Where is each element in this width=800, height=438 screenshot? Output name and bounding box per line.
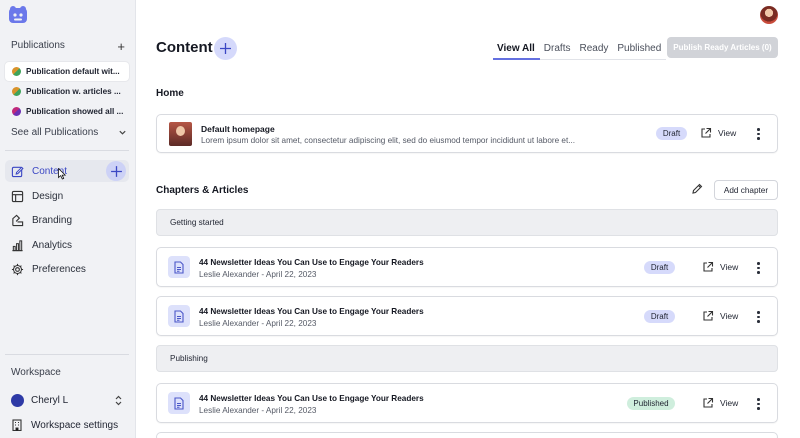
edit-icon bbox=[11, 166, 24, 177]
article-row[interactable]: 44 Newsletter Ideas You Can Use to Engag… bbox=[156, 247, 778, 287]
publication-item[interactable]: Publication showed all ... bbox=[5, 102, 129, 121]
publication-color-icon bbox=[12, 107, 21, 116]
workspace-switcher[interactable]: Cheryl L bbox=[11, 394, 123, 407]
publication-label: Publication w. articles ... bbox=[26, 87, 121, 96]
user-avatar[interactable] bbox=[760, 6, 778, 24]
sidebar-item-analytics[interactable]: Analytics bbox=[5, 234, 129, 256]
more-options-icon[interactable] bbox=[757, 128, 760, 140]
external-link-icon bbox=[703, 397, 714, 408]
article-row[interactable]: 44 Newsletter Ideas You Can Use to Engag… bbox=[156, 296, 778, 336]
workspace-user-name: Cheryl L bbox=[31, 395, 69, 406]
tab-ready[interactable]: Ready bbox=[575, 38, 613, 60]
workspace-avatar bbox=[11, 394, 24, 407]
sidebar-item-label: Analytics bbox=[32, 239, 73, 251]
view-label: View bbox=[720, 262, 739, 272]
publication-item[interactable]: Publication w. articles ... bbox=[5, 82, 129, 101]
mouse-cursor-icon bbox=[58, 168, 66, 180]
article-row[interactable] bbox=[156, 432, 778, 438]
document-icon bbox=[168, 256, 190, 278]
view-button[interactable]: View bbox=[702, 397, 738, 409]
see-all-publications[interactable]: See all Publications bbox=[11, 127, 127, 138]
publication-label: Publication showed all ... bbox=[26, 107, 124, 116]
view-label: View bbox=[720, 398, 739, 408]
add-chapter-button[interactable]: Add chapter bbox=[714, 180, 778, 200]
document-icon bbox=[168, 392, 190, 414]
publication-color-icon bbox=[12, 87, 21, 96]
tab-view-all[interactable]: View All bbox=[493, 38, 540, 60]
more-options-icon[interactable] bbox=[757, 398, 760, 410]
app-logo-icon[interactable] bbox=[9, 6, 27, 24]
branding-icon bbox=[12, 214, 24, 226]
status-tabs: View All Drafts Ready Published bbox=[493, 38, 667, 60]
tab-published[interactable]: Published bbox=[613, 38, 666, 60]
design-icon bbox=[11, 190, 24, 202]
analytics-icon bbox=[12, 239, 23, 251]
gear-icon bbox=[11, 263, 24, 275]
view-label: View bbox=[718, 128, 737, 138]
publication-color-icon bbox=[12, 67, 21, 76]
see-all-label: See all Publications bbox=[11, 127, 99, 138]
article-title: 44 Newsletter Ideas You Can Use to Engag… bbox=[199, 307, 424, 316]
sidebar-item-label: Branding bbox=[32, 214, 73, 226]
view-button[interactable]: View bbox=[700, 127, 736, 139]
sidebar-item-design[interactable]: Design bbox=[5, 185, 129, 207]
homepage-excerpt: Lorem ipsum dolor sit amet, consectetur … bbox=[201, 136, 576, 145]
view-button[interactable]: View bbox=[702, 261, 738, 273]
plus-icon bbox=[110, 165, 122, 177]
chapters-heading: Chapters & Articles bbox=[156, 185, 249, 196]
chapter-header[interactable]: Publishing bbox=[156, 345, 778, 372]
chevron-down-icon bbox=[119, 130, 126, 135]
article-title: 44 Newsletter Ideas You Can Use to Engag… bbox=[199, 394, 424, 403]
workspace-settings-label: Workspace settings bbox=[31, 419, 119, 431]
main-content: Content View All Drafts Ready Published … bbox=[137, 0, 800, 438]
external-link-icon bbox=[703, 261, 714, 272]
homepage-thumbnail bbox=[169, 122, 192, 146]
article-meta: Leslie Alexander - April 22, 2023 bbox=[199, 270, 317, 279]
chapter-header[interactable]: Getting started bbox=[156, 209, 778, 236]
sidebar: Publications + Publication default wit..… bbox=[0, 0, 136, 438]
add-publication-button[interactable]: + bbox=[117, 40, 125, 53]
plus-icon bbox=[220, 43, 231, 54]
building-icon bbox=[12, 419, 22, 431]
more-options-icon[interactable] bbox=[757, 311, 760, 323]
sidebar-item-preferences[interactable]: Preferences bbox=[5, 258, 129, 280]
publication-label: Publication default wit... bbox=[26, 67, 120, 76]
topbar bbox=[137, 0, 800, 30]
workspace-settings-link[interactable]: Workspace settings bbox=[11, 419, 118, 431]
chevron-updown-icon bbox=[115, 395, 122, 406]
tab-drafts[interactable]: Drafts bbox=[540, 38, 576, 60]
view-button[interactable]: View bbox=[702, 310, 738, 322]
article-meta: Leslie Alexander - April 22, 2023 bbox=[199, 319, 317, 328]
homepage-title: Default homepage bbox=[201, 124, 275, 134]
article-meta: Leslie Alexander - April 22, 2023 bbox=[199, 406, 317, 415]
sidebar-divider bbox=[5, 354, 129, 355]
add-content-button[interactable] bbox=[214, 37, 237, 60]
publication-item[interactable]: Publication default wit... bbox=[5, 62, 129, 81]
more-options-icon[interactable] bbox=[757, 262, 760, 274]
home-heading: Home bbox=[156, 88, 184, 99]
publications-heading: Publications bbox=[11, 40, 65, 51]
sidebar-item-label: Design bbox=[32, 190, 64, 202]
external-link-icon bbox=[703, 310, 714, 321]
sidebar-item-content[interactable]: Content bbox=[5, 160, 129, 182]
document-icon bbox=[168, 305, 190, 327]
sidebar-item-label: Preferences bbox=[32, 263, 86, 275]
homepage-card[interactable]: Default homepage Lorem ipsum dolor sit a… bbox=[156, 114, 778, 153]
article-title: 44 Newsletter Ideas You Can Use to Engag… bbox=[199, 258, 424, 267]
status-badge: Draft bbox=[656, 127, 687, 140]
sidebar-item-branding[interactable]: Branding bbox=[5, 209, 129, 231]
view-label: View bbox=[720, 311, 739, 321]
workspace-heading: Workspace bbox=[11, 367, 61, 378]
article-row[interactable]: 44 Newsletter Ideas You Can Use to Engag… bbox=[156, 383, 778, 423]
status-badge: Draft bbox=[644, 261, 675, 274]
pencil-icon[interactable] bbox=[691, 183, 703, 195]
page-title: Content bbox=[156, 39, 213, 56]
external-link-icon bbox=[701, 127, 712, 138]
sidebar-divider bbox=[5, 150, 129, 151]
add-content-button[interactable] bbox=[106, 161, 126, 181]
status-badge: Draft bbox=[644, 310, 675, 323]
publish-ready-articles-button[interactable]: Publish Ready Articles (0) bbox=[667, 37, 778, 58]
status-badge: Published bbox=[627, 397, 675, 410]
